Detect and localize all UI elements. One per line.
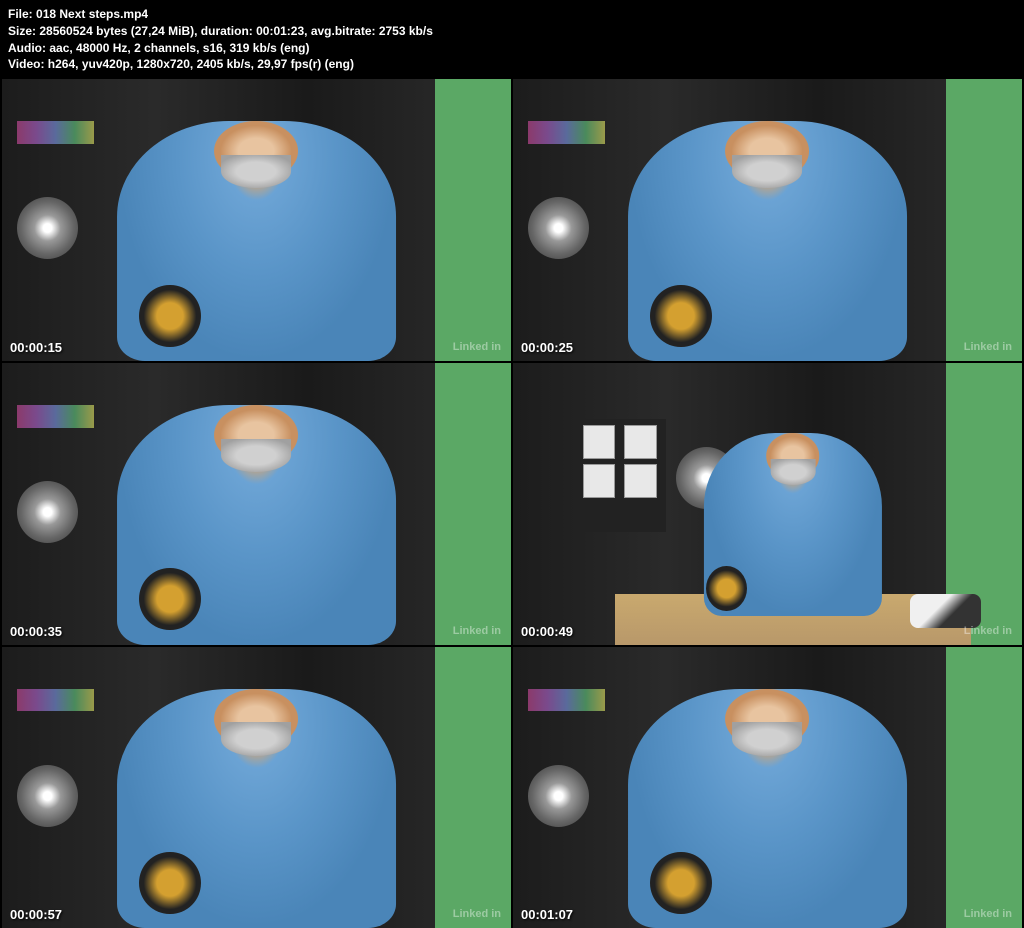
beard [771, 459, 816, 485]
timestamp: 00:01:07 [521, 907, 573, 922]
size-label: Size: [8, 24, 36, 38]
file-metadata: File: 018 Next steps.mp4 Size: 28560524 … [0, 0, 1024, 79]
file-label: File: [8, 7, 33, 21]
video-value: h264, yuv420p, 1280x720, 2405 kb/s, 29,9… [48, 57, 354, 71]
test-card-panel [574, 419, 666, 532]
microphone-icon [650, 852, 711, 914]
microphone-icon [139, 568, 200, 630]
linkedin-watermark: Linked in [964, 908, 1012, 920]
thumbnail-frame: 00:00:25 Linked in [513, 79, 1022, 361]
color-calibration-strip [528, 121, 604, 144]
thumbnail-frame: 00:01:07 Linked in [513, 647, 1022, 928]
linkedin-watermark: Linked in [964, 625, 1012, 637]
audio-label: Audio: [8, 41, 46, 55]
color-calibration-strip [17, 121, 93, 144]
green-screen [946, 79, 1022, 361]
size-line: Size: 28560524 bytes (27,24 MiB), durati… [8, 23, 1016, 40]
linkedin-watermark: Linked in [964, 341, 1012, 353]
file-line: File: 018 Next steps.mp4 [8, 6, 1016, 23]
thumbnail-frame: 00:00:15 Linked in [2, 79, 511, 361]
audio-value: aac, 48000 Hz, 2 channels, s16, 319 kb/s… [49, 41, 309, 55]
microphone-icon [650, 285, 711, 347]
timestamp: 00:00:35 [10, 624, 62, 639]
thumbnail-grid: 00:00:15 Linked in 00:00:25 Linked in 00… [0, 79, 1024, 928]
linkedin-watermark: Linked in [453, 908, 501, 920]
linkedin-watermark: Linked in [453, 625, 501, 637]
test-card [583, 425, 615, 459]
test-card [583, 464, 615, 498]
video-line: Video: h264, yuv420p, 1280x720, 2405 kb/… [8, 56, 1016, 73]
beard [733, 722, 803, 756]
color-calibration-strip [17, 689, 93, 712]
timestamp: 00:00:15 [10, 340, 62, 355]
microphone-icon [139, 852, 200, 914]
color-calibration-strip [528, 689, 604, 712]
vr-headset-icon [910, 594, 981, 628]
thumbnail-frame: 00:00:57 Linked in [2, 647, 511, 928]
size-value: 28560524 bytes (27,24 MiB), duration: 00… [39, 24, 433, 38]
timestamp: 00:00:57 [10, 907, 62, 922]
audio-line: Audio: aac, 48000 Hz, 2 channels, s16, 3… [8, 40, 1016, 57]
beard [222, 722, 292, 756]
green-screen [435, 647, 511, 928]
thumbnail-frame: 00:00:35 Linked in [2, 363, 511, 645]
file-value: 018 Next steps.mp4 [36, 7, 148, 21]
linkedin-watermark: Linked in [453, 341, 501, 353]
beard [222, 155, 292, 189]
timestamp: 00:00:25 [521, 340, 573, 355]
green-screen [946, 647, 1022, 928]
test-chart-icon [528, 765, 589, 827]
microphone-icon [706, 566, 747, 611]
microphone-icon [139, 285, 200, 347]
test-chart-icon [17, 481, 78, 543]
thumbnail-frame: 00:00:49 Linked in [513, 363, 1022, 645]
timestamp: 00:00:49 [521, 624, 573, 639]
test-chart-icon [17, 765, 78, 827]
green-screen [435, 79, 511, 361]
beard [222, 439, 292, 473]
green-screen [435, 363, 511, 645]
color-calibration-strip [17, 405, 93, 428]
test-card [624, 464, 656, 498]
beard [733, 155, 803, 189]
test-card [624, 425, 656, 459]
video-label: Video: [8, 57, 44, 71]
